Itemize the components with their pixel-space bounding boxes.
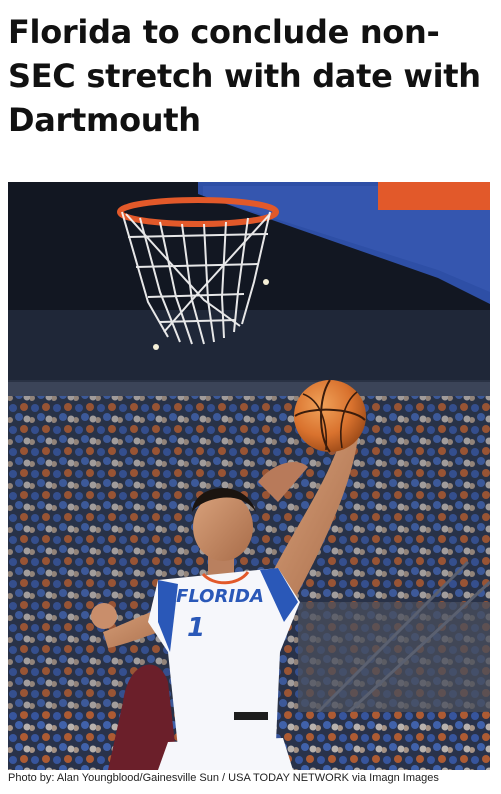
jersey-text: FLORIDA: [176, 586, 264, 607]
basketball-layup-image: FLORIDA 1: [8, 182, 490, 770]
basketball: [294, 379, 366, 453]
jersey-number: 1: [187, 613, 205, 643]
article-photo: FLORIDA 1: [8, 182, 490, 770]
article-headline: Florida to conclude non-SEC stretch with…: [8, 13, 481, 139]
photo-credit-caption: Photo by: Alan Youngblood/Gainesville Su…: [8, 772, 439, 784]
